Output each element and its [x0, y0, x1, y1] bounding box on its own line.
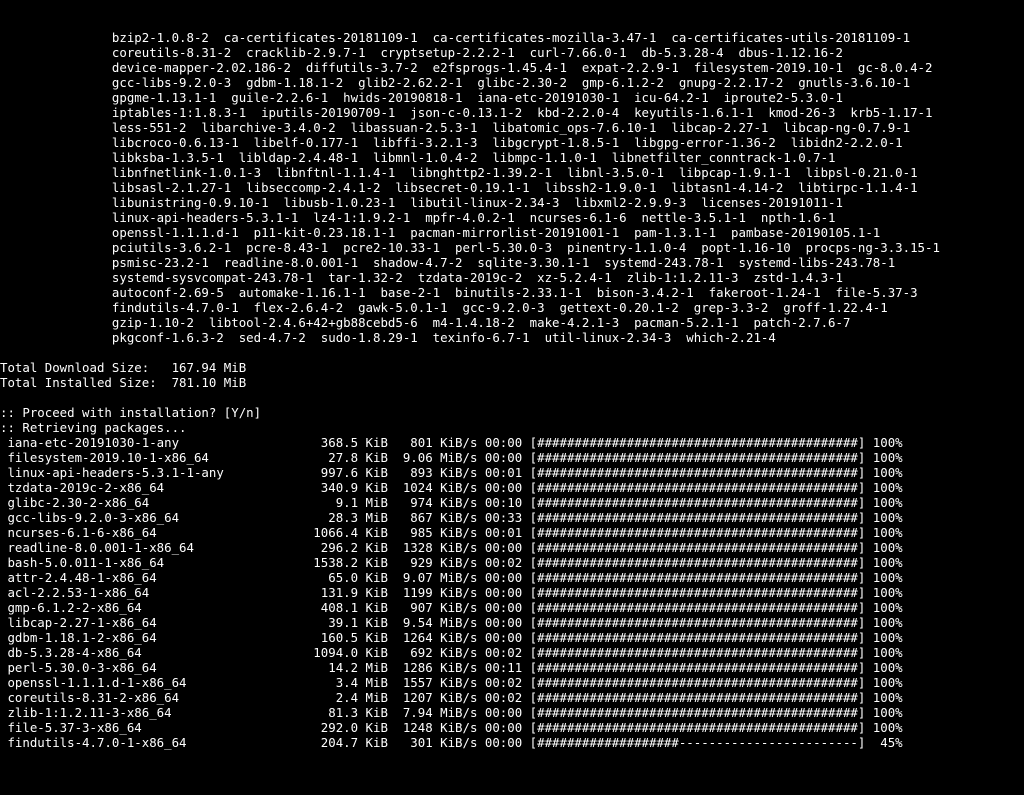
terminal-output: bzip2-1.0.8-2 ca-certificates-20181109-1…	[0, 30, 1024, 750]
